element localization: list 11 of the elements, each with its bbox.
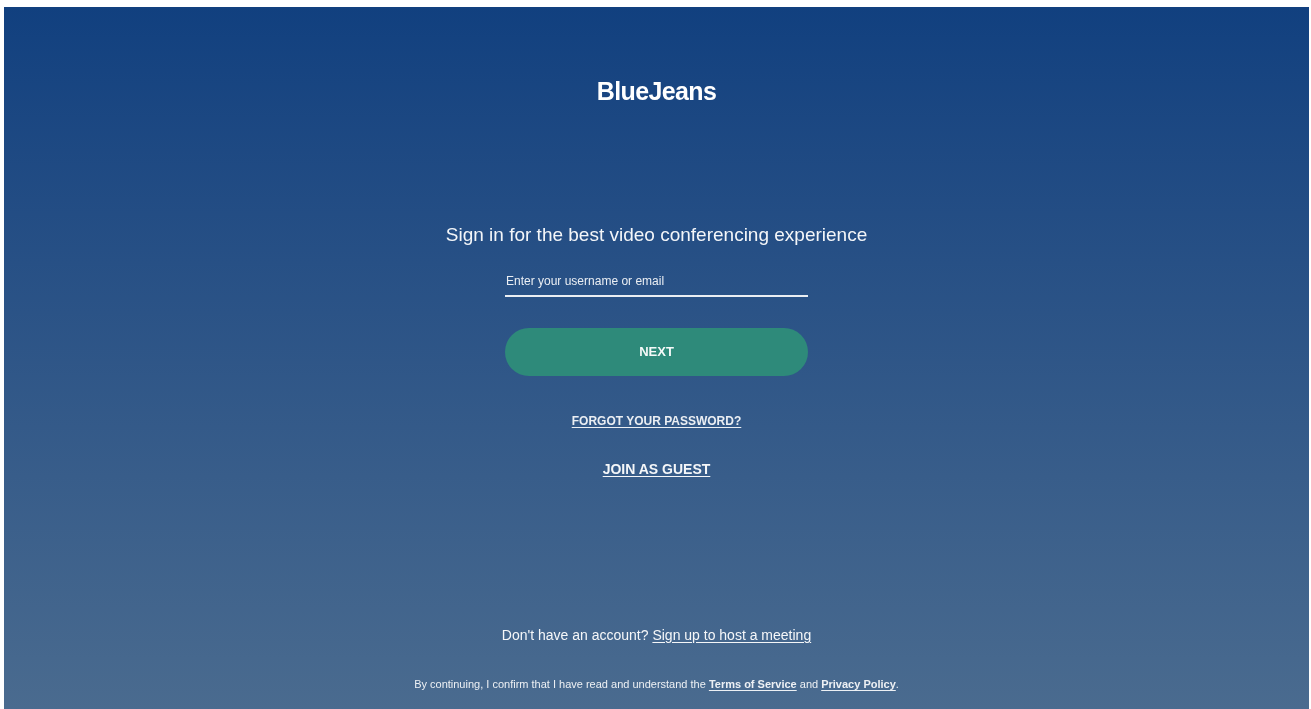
forgot-password-link[interactable]: FORGOT YOUR PASSWORD? bbox=[571, 412, 742, 430]
terms-link[interactable]: Terms of Service bbox=[708, 678, 797, 690]
join-as-guest-link[interactable]: JOIN AS GUEST bbox=[602, 459, 711, 480]
signup-prompt: Don't have an account? Sign up to host a meeting bbox=[501, 626, 812, 645]
legal-notice: By continuing, I confirm that I have read and understand the Terms of Service and Privacy Policy. bbox=[414, 677, 899, 692]
privacy-link[interactable]: Privacy Policy bbox=[821, 678, 896, 690]
logo: BlueJeans bbox=[596, 79, 717, 104]
heading: Sign in for the best video conferencing experience bbox=[445, 225, 868, 244]
next-button[interactable]: NEXT bbox=[505, 328, 808, 376]
username-field[interactable]: Enter your username or email bbox=[505, 267, 808, 297]
signup-link[interactable]: Sign up to host a meeting bbox=[652, 627, 812, 643]
